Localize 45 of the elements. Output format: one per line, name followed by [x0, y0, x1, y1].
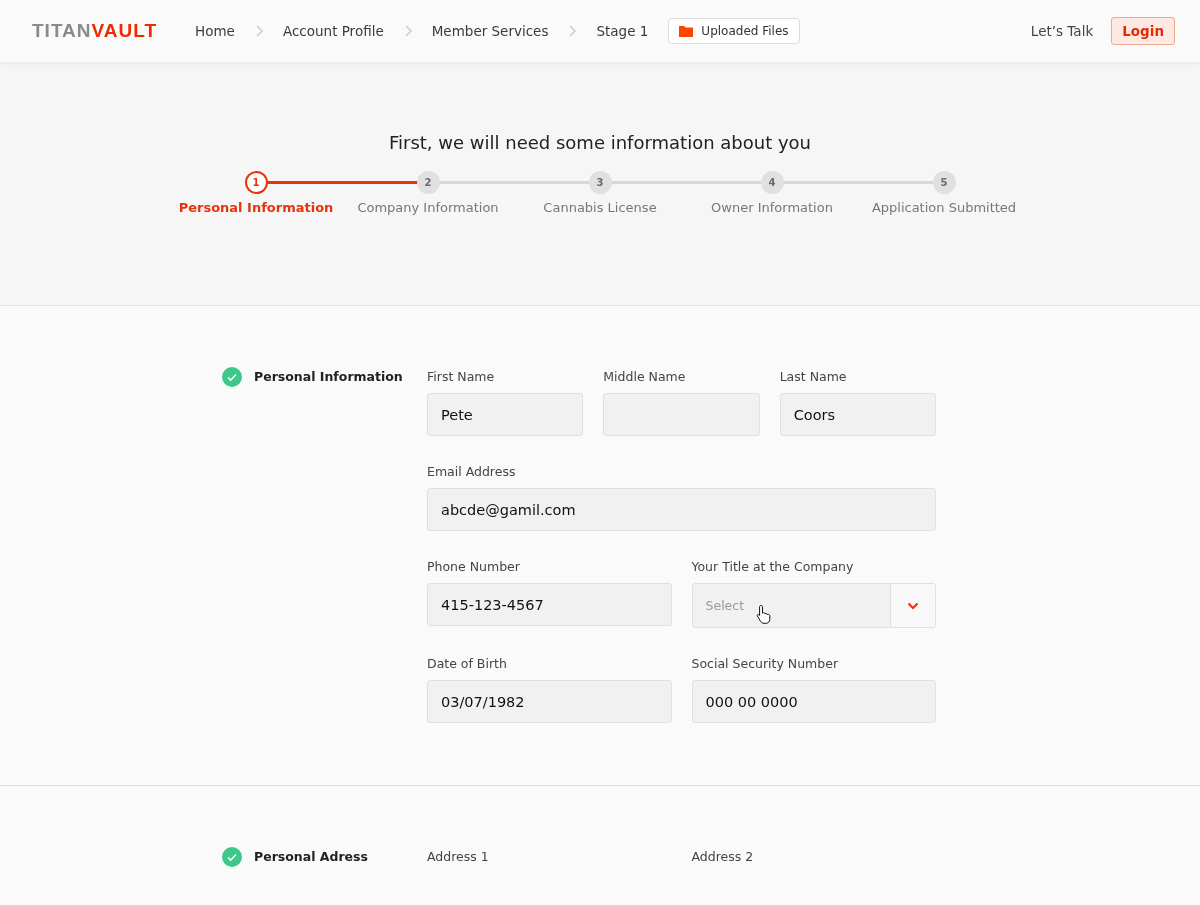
breadcrumb-link[interactable]: Home	[195, 23, 235, 39]
chevron-right-icon	[254, 25, 263, 37]
field-label: Middle Name	[603, 369, 687, 384]
step-number[interactable]: 4	[760, 171, 784, 194]
input-field[interactable]: abcde@gamil.com	[427, 488, 936, 531]
step-label[interactable]: Personal Information	[178, 200, 334, 215]
field-label: Date of Birth	[427, 656, 508, 671]
step-label[interactable]: Application Submitted	[871, 200, 1017, 215]
login-button[interactable]: Login	[1111, 17, 1175, 45]
input-field[interactable]	[603, 393, 760, 436]
uploaded-files-button[interactable]: Uploaded Files	[668, 18, 800, 44]
input-field[interactable]: 415-123-4567	[427, 583, 672, 626]
folder-icon	[679, 25, 694, 37]
step-label[interactable]: Company Information	[357, 200, 499, 215]
input-field[interactable]: Pete	[427, 393, 584, 436]
hand-cursor-icon	[755, 604, 772, 624]
field-label: Your Title at the Company	[691, 559, 855, 574]
field-label: Address 1	[427, 849, 490, 864]
lets-talk-link[interactable]: Let’s Talk	[1030, 23, 1094, 39]
section-title: Personal Information	[254, 369, 403, 384]
step-number[interactable]: 2	[416, 171, 440, 194]
input-field[interactable]: Coors	[779, 393, 936, 436]
field-label: Last Name	[779, 369, 848, 384]
input-field[interactable]: 000 00 0000	[691, 680, 936, 723]
chevron-right-icon	[568, 25, 577, 37]
chevron-right-icon	[403, 25, 412, 37]
field-label: Address 2	[691, 849, 755, 864]
section-title: Personal Adress	[254, 849, 368, 864]
field-label: Social Security Number	[691, 656, 840, 671]
step-number[interactable]: 1	[244, 171, 268, 194]
field-label: Email Address	[427, 464, 517, 479]
field-label: First Name	[427, 369, 496, 384]
input-field[interactable]: 03/07/1982	[427, 680, 672, 723]
breadcrumb-link[interactable]: Account Profile	[282, 23, 384, 39]
breadcrumb-link[interactable]: Member Services	[431, 23, 549, 39]
step-label[interactable]: Cannabis License	[543, 200, 657, 215]
caret-down-icon	[907, 601, 919, 610]
step-number[interactable]: 3	[588, 171, 612, 194]
step-number[interactable]: 5	[932, 171, 956, 194]
logo[interactable]: TITANVAULT	[32, 20, 158, 42]
page-heading: First, we will need some information about you	[388, 132, 812, 153]
select-dropdown[interactable]: Select	[691, 583, 936, 628]
field-label: Phone Number	[427, 559, 521, 574]
step-label[interactable]: Owner Information	[711, 200, 833, 215]
breadcrumb-link[interactable]: Stage 1	[596, 23, 649, 39]
